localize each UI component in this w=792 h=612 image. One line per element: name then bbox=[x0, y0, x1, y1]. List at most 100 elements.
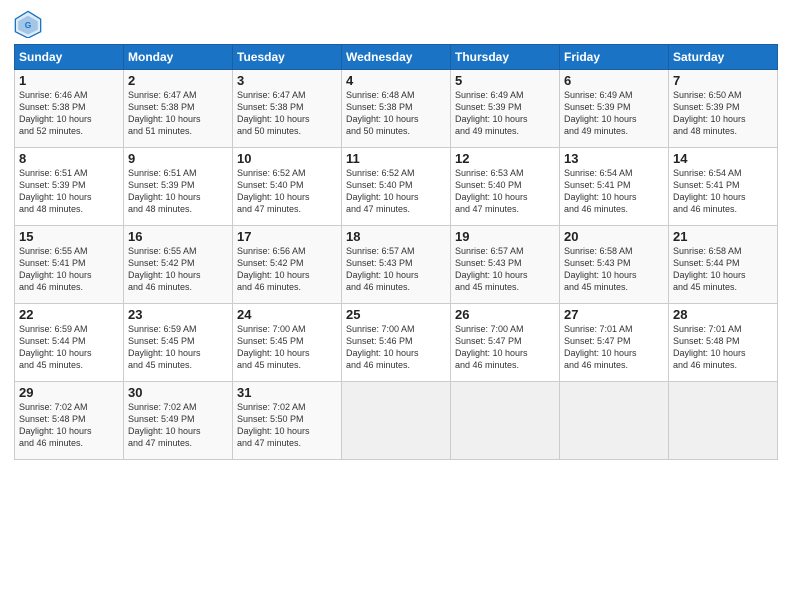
day-number: 28 bbox=[673, 307, 773, 322]
day-info: Sunrise: 6:55 AM Sunset: 5:41 PM Dayligh… bbox=[19, 245, 119, 294]
calendar-day: 2Sunrise: 6:47 AM Sunset: 5:38 PM Daylig… bbox=[124, 70, 233, 148]
calendar-table: SundayMondayTuesdayWednesdayThursdayFrid… bbox=[14, 44, 778, 460]
calendar-day: 30Sunrise: 7:02 AM Sunset: 5:49 PM Dayli… bbox=[124, 382, 233, 460]
day-info: Sunrise: 6:47 AM Sunset: 5:38 PM Dayligh… bbox=[128, 89, 228, 138]
calendar-day: 1Sunrise: 6:46 AM Sunset: 5:38 PM Daylig… bbox=[15, 70, 124, 148]
col-header-wednesday: Wednesday bbox=[342, 45, 451, 70]
day-info: Sunrise: 6:56 AM Sunset: 5:42 PM Dayligh… bbox=[237, 245, 337, 294]
day-info: Sunrise: 6:51 AM Sunset: 5:39 PM Dayligh… bbox=[128, 167, 228, 216]
calendar-day: 9Sunrise: 6:51 AM Sunset: 5:39 PM Daylig… bbox=[124, 148, 233, 226]
day-info: Sunrise: 6:58 AM Sunset: 5:43 PM Dayligh… bbox=[564, 245, 664, 294]
calendar-day: 15Sunrise: 6:55 AM Sunset: 5:41 PM Dayli… bbox=[15, 226, 124, 304]
calendar-day: 7Sunrise: 6:50 AM Sunset: 5:39 PM Daylig… bbox=[669, 70, 778, 148]
col-header-saturday: Saturday bbox=[669, 45, 778, 70]
calendar-day: 3Sunrise: 6:47 AM Sunset: 5:38 PM Daylig… bbox=[233, 70, 342, 148]
calendar-week-5: 29Sunrise: 7:02 AM Sunset: 5:48 PM Dayli… bbox=[15, 382, 778, 460]
day-number: 27 bbox=[564, 307, 664, 322]
day-info: Sunrise: 6:46 AM Sunset: 5:38 PM Dayligh… bbox=[19, 89, 119, 138]
calendar-day: 18Sunrise: 6:57 AM Sunset: 5:43 PM Dayli… bbox=[342, 226, 451, 304]
day-info: Sunrise: 6:58 AM Sunset: 5:44 PM Dayligh… bbox=[673, 245, 773, 294]
calendar-week-4: 22Sunrise: 6:59 AM Sunset: 5:44 PM Dayli… bbox=[15, 304, 778, 382]
day-info: Sunrise: 7:01 AM Sunset: 5:47 PM Dayligh… bbox=[564, 323, 664, 372]
col-header-sunday: Sunday bbox=[15, 45, 124, 70]
day-info: Sunrise: 6:47 AM Sunset: 5:38 PM Dayligh… bbox=[237, 89, 337, 138]
calendar-day: 12Sunrise: 6:53 AM Sunset: 5:40 PM Dayli… bbox=[451, 148, 560, 226]
day-number: 9 bbox=[128, 151, 228, 166]
calendar-day: 21Sunrise: 6:58 AM Sunset: 5:44 PM Dayli… bbox=[669, 226, 778, 304]
day-number: 14 bbox=[673, 151, 773, 166]
day-info: Sunrise: 6:57 AM Sunset: 5:43 PM Dayligh… bbox=[455, 245, 555, 294]
day-number: 23 bbox=[128, 307, 228, 322]
day-number: 12 bbox=[455, 151, 555, 166]
calendar-day: 27Sunrise: 7:01 AM Sunset: 5:47 PM Dayli… bbox=[560, 304, 669, 382]
svg-text:G: G bbox=[25, 20, 32, 30]
col-header-thursday: Thursday bbox=[451, 45, 560, 70]
calendar-week-2: 8 Sunrise: 6:51 AM Sunset: 5:39 PM Daylig… bbox=[15, 148, 778, 226]
calendar-day bbox=[451, 382, 560, 460]
day-info: Sunrise: 6:57 AM Sunset: 5:43 PM Dayligh… bbox=[346, 245, 446, 294]
day-info: Sunrise: 6:49 AM Sunset: 5:39 PM Dayligh… bbox=[455, 89, 555, 138]
calendar-day: 4Sunrise: 6:48 AM Sunset: 5:38 PM Daylig… bbox=[342, 70, 451, 148]
day-info: Sunrise: 7:01 AM Sunset: 5:48 PM Dayligh… bbox=[673, 323, 773, 372]
calendar-day: 14Sunrise: 6:54 AM Sunset: 5:41 PM Dayli… bbox=[669, 148, 778, 226]
day-info: Sunrise: 7:00 AM Sunset: 5:45 PM Dayligh… bbox=[237, 323, 337, 372]
day-number: 26 bbox=[455, 307, 555, 322]
calendar-day: 29Sunrise: 7:02 AM Sunset: 5:48 PM Dayli… bbox=[15, 382, 124, 460]
calendar-day: 6Sunrise: 6:49 AM Sunset: 5:39 PM Daylig… bbox=[560, 70, 669, 148]
day-info: Sunrise: 7:00 AM Sunset: 5:47 PM Dayligh… bbox=[455, 323, 555, 372]
day-number: 15 bbox=[19, 229, 119, 244]
calendar-day: 23Sunrise: 6:59 AM Sunset: 5:45 PM Dayli… bbox=[124, 304, 233, 382]
calendar-day: 11Sunrise: 6:52 AM Sunset: 5:40 PM Dayli… bbox=[342, 148, 451, 226]
day-info: Sunrise: 6:49 AM Sunset: 5:39 PM Dayligh… bbox=[564, 89, 664, 138]
calendar-day bbox=[342, 382, 451, 460]
day-info: Sunrise: 6:59 AM Sunset: 5:45 PM Dayligh… bbox=[128, 323, 228, 372]
calendar-day bbox=[560, 382, 669, 460]
day-number: 24 bbox=[237, 307, 337, 322]
calendar-week-1: 1Sunrise: 6:46 AM Sunset: 5:38 PM Daylig… bbox=[15, 70, 778, 148]
day-number: 17 bbox=[237, 229, 337, 244]
calendar-day: 16Sunrise: 6:55 AM Sunset: 5:42 PM Dayli… bbox=[124, 226, 233, 304]
day-number: 1 bbox=[19, 73, 119, 88]
day-number: 30 bbox=[128, 385, 228, 400]
calendar-day: 13Sunrise: 6:54 AM Sunset: 5:41 PM Dayli… bbox=[560, 148, 669, 226]
day-number: 11 bbox=[346, 151, 446, 166]
day-number: 31 bbox=[237, 385, 337, 400]
calendar-day: 17Sunrise: 6:56 AM Sunset: 5:42 PM Dayli… bbox=[233, 226, 342, 304]
day-info: Sunrise: 7:02 AM Sunset: 5:50 PM Dayligh… bbox=[237, 401, 337, 450]
calendar-day: 25Sunrise: 7:00 AM Sunset: 5:46 PM Dayli… bbox=[342, 304, 451, 382]
logo: G bbox=[14, 10, 46, 38]
col-header-friday: Friday bbox=[560, 45, 669, 70]
day-number: 22 bbox=[19, 307, 119, 322]
header-row: SundayMondayTuesdayWednesdayThursdayFrid… bbox=[15, 45, 778, 70]
page-header: G bbox=[14, 10, 778, 38]
day-info: Sunrise: 6:55 AM Sunset: 5:42 PM Dayligh… bbox=[128, 245, 228, 294]
day-number: 8 bbox=[19, 151, 119, 166]
day-info: Sunrise: 7:02 AM Sunset: 5:48 PM Dayligh… bbox=[19, 401, 119, 450]
day-number: 10 bbox=[237, 151, 337, 166]
day-info: Sunrise: 6:54 AM Sunset: 5:41 PM Dayligh… bbox=[673, 167, 773, 216]
calendar-week-3: 15Sunrise: 6:55 AM Sunset: 5:41 PM Dayli… bbox=[15, 226, 778, 304]
day-number: 7 bbox=[673, 73, 773, 88]
day-info: Sunrise: 6:59 AM Sunset: 5:44 PM Dayligh… bbox=[19, 323, 119, 372]
day-info: Sunrise: 6:52 AM Sunset: 5:40 PM Dayligh… bbox=[237, 167, 337, 216]
day-number: 2 bbox=[128, 73, 228, 88]
day-info: Sunrise: 6:52 AM Sunset: 5:40 PM Dayligh… bbox=[346, 167, 446, 216]
calendar-day: 28Sunrise: 7:01 AM Sunset: 5:48 PM Dayli… bbox=[669, 304, 778, 382]
day-number: 18 bbox=[346, 229, 446, 244]
day-number: 13 bbox=[564, 151, 664, 166]
day-number: 6 bbox=[564, 73, 664, 88]
day-number: 5 bbox=[455, 73, 555, 88]
calendar-day: 8Sunrise: 6:51 AM Sunset: 5:39 PM Daylig… bbox=[15, 148, 124, 226]
calendar-day: 19Sunrise: 6:57 AM Sunset: 5:43 PM Dayli… bbox=[451, 226, 560, 304]
calendar-day: 20Sunrise: 6:58 AM Sunset: 5:43 PM Dayli… bbox=[560, 226, 669, 304]
calendar-day bbox=[669, 382, 778, 460]
day-number: 20 bbox=[564, 229, 664, 244]
day-info: Sunrise: 6:54 AM Sunset: 5:41 PM Dayligh… bbox=[564, 167, 664, 216]
day-number: 19 bbox=[455, 229, 555, 244]
calendar-day: 5Sunrise: 6:49 AM Sunset: 5:39 PM Daylig… bbox=[451, 70, 560, 148]
calendar-day: 24Sunrise: 7:00 AM Sunset: 5:45 PM Dayli… bbox=[233, 304, 342, 382]
col-header-monday: Monday bbox=[124, 45, 233, 70]
day-number: 21 bbox=[673, 229, 773, 244]
day-number: 4 bbox=[346, 73, 446, 88]
calendar-day: 10Sunrise: 6:52 AM Sunset: 5:40 PM Dayli… bbox=[233, 148, 342, 226]
